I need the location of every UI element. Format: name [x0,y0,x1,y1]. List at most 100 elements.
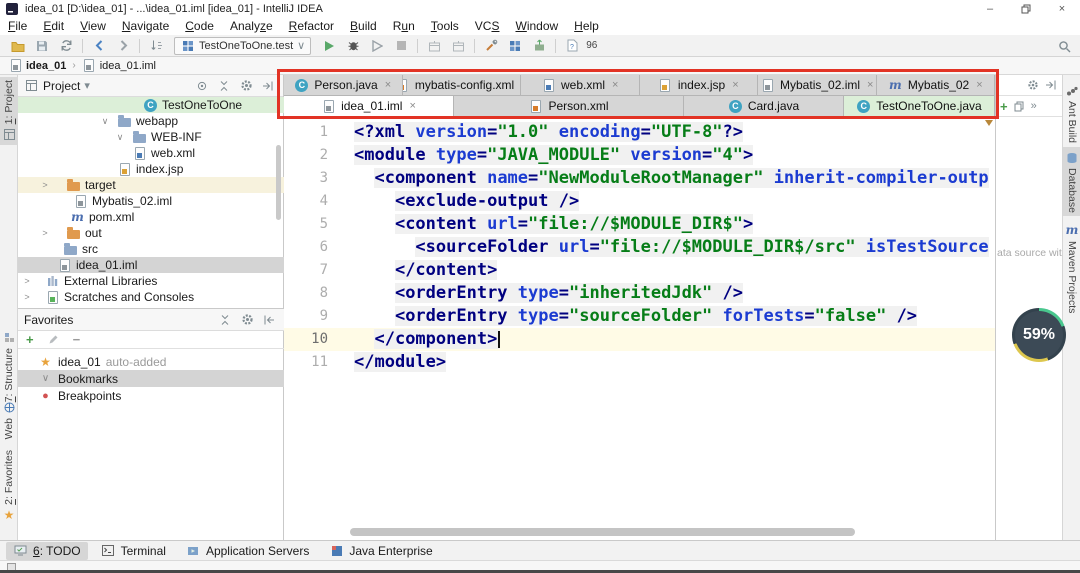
more-actions-icon[interactable]: » [1031,100,1037,112]
gear-icon[interactable] [1024,77,1042,93]
close-tab-icon[interactable]: × [612,79,618,91]
line-number[interactable]: 2 [284,144,354,167]
hide-panel-icon[interactable] [1042,77,1060,93]
menu-view[interactable]: View [72,18,114,35]
toolwindow-button-javaenterprise[interactable]: Java Enterprise [322,542,439,560]
toolwindow-button-structure[interactable]: 7: Structure [0,327,18,405]
chevron-collapsed-icon[interactable]: > [22,289,32,305]
menu-refactor[interactable]: Refactor [281,18,342,35]
chevron-expanded-icon[interactable]: ∨ [115,129,125,145]
close-tab-icon[interactable]: × [976,79,982,91]
close-tab-icon[interactable]: × [385,79,391,91]
menu-code[interactable]: Code [177,18,222,35]
menu-tools[interactable]: Tools [423,18,467,35]
tree-item-webapp[interactable]: ∨ webapp [18,113,284,129]
save-button[interactable] [30,36,54,56]
error-stripe-marker[interactable] [985,120,993,126]
toolwindow-button-mavenprojects[interactable]: m Maven Projects [1063,220,1080,316]
restore-button[interactable] [1008,0,1044,18]
line-number[interactable]: 3 [284,167,354,190]
menu-analyze[interactable]: Analyze [222,18,281,35]
collapse-all-icon[interactable] [216,312,234,328]
locate-file-icon[interactable] [193,78,211,94]
favorites-item-idea_01[interactable]: ★ idea_01 auto-added [18,353,284,370]
close-tab-icon[interactable]: × [732,79,738,91]
tab-testonetoone-java[interactable]: C TestOneToOne.java [844,96,995,117]
toolwindow-button-todo[interactable]: 6: TODO [6,541,88,560]
menu-navigate[interactable]: Navigate [114,18,177,35]
tree-item-mybatis-02-iml[interactable]: Mybatis_02.iml [18,193,284,209]
tree-item-index-jsp[interactable]: index.jsp [18,161,284,177]
collapse-all-icon[interactable] [215,78,233,94]
breadcrumb-item[interactable]: idea_01 [8,58,66,73]
forward-button[interactable] [111,36,135,56]
tree-item-out[interactable]: > out [18,225,284,241]
hide-panel-icon[interactable] [259,78,277,94]
close-tab-icon[interactable]: × [409,100,415,112]
tree-item-web-xml[interactable]: web.xml [18,145,284,161]
line-number[interactable]: 5 [284,213,354,236]
tab-mybatis-config-xml[interactable]: mybatis-config.xml× [402,75,521,96]
menu-edit[interactable]: Edit [35,18,72,35]
add-data-source-button[interactable]: + [1000,99,1008,114]
toolwindow-button-applicationservers[interactable]: Application Servers [179,542,316,560]
editor-code[interactable]: 1 <?xml version="1.0" encoding="UTF-8"?> 2… [284,117,995,540]
toolwindow-button-antbuild[interactable]: Ant Build [1063,80,1080,146]
line-number[interactable]: 6 [284,236,354,259]
close-tab-icon[interactable]: × [867,79,873,91]
toolwindow-button-web[interactable]: Web [0,397,18,442]
copy-icon[interactable] [1012,99,1027,114]
tab-card-java[interactable]: C Card.java [684,96,844,117]
menu-help[interactable]: Help [566,18,607,35]
menu-run[interactable]: Run [385,18,423,35]
tree-item-idea-01-iml[interactable]: idea_01.iml [18,257,284,273]
close-button[interactable]: × [1044,0,1080,18]
project-tree-scrollbar[interactable] [276,145,281,220]
line-number[interactable]: 10 [284,328,354,351]
add-favorite-button[interactable]: + [26,332,34,347]
favorites-item-breakpoints[interactable]: ● Breakpoints [18,387,284,404]
deploy-button[interactable] [527,36,551,56]
tree-item-testonetoone[interactable]: C TestOneToOne [18,97,284,113]
tree-item-pom-xml[interactable]: m pom.xml [18,209,284,225]
chevron-expanded-icon[interactable]: ∨ [100,113,110,129]
editor-horizontal-scrollbar[interactable] [350,528,855,536]
tab-index-jsp[interactable]: index.jsp × [639,75,758,96]
hide-panel-icon[interactable] [260,312,278,328]
tab-person-java[interactable]: C Person.java × [284,75,403,96]
run-configuration-select[interactable]: TestOneToOne.test ∨ [174,36,312,55]
artifact-button[interactable] [422,36,446,56]
chevron-collapsed-icon[interactable]: > [22,273,32,289]
menu-window[interactable]: Window [507,18,566,35]
tree-item-src[interactable]: src [18,241,284,257]
line-number[interactable]: 11 [284,351,354,374]
wrench-button[interactable] [479,36,503,56]
coverage-button[interactable] [365,36,389,56]
tab-idea-01-iml[interactable]: idea_01.iml × [284,96,454,117]
edit-favorite-button[interactable] [46,332,61,347]
menu-file[interactable]: File [0,18,35,35]
line-number[interactable]: 4 [284,190,354,213]
line-number[interactable]: 8 [284,282,354,305]
project-panel-title[interactable]: Project [43,79,80,93]
line-number[interactable]: 1 [284,121,354,144]
tree-item-web-inf[interactable]: ∨ WEB-INF [18,129,284,145]
breadcrumb-item[interactable]: idea_01.iml [82,58,156,73]
tab-mybatis-02[interactable]: m Mybatis_02 × [876,75,995,96]
menu-vcs[interactable]: VCS [467,18,508,35]
chevron-collapsed-icon[interactable]: > [40,225,50,241]
tab-mybatis-02-iml[interactable]: Mybatis_02.iml × [758,75,877,96]
debug-button[interactable] [341,36,365,56]
tree-item-scratches-and-consoles[interactable]: > Scratches and Consoles [18,289,284,305]
line-number[interactable]: 7 [284,259,354,282]
annotate-button[interactable] [144,36,168,56]
gear-icon[interactable] [238,312,256,328]
toolwindow-button-project[interactable]: 1: Project [0,77,18,146]
stop-button[interactable] [389,36,413,56]
tree-item-external-libraries[interactable]: > External Libraries [18,273,284,289]
chevron-collapsed-icon[interactable]: > [40,177,50,193]
line-number[interactable]: 9 [284,305,354,328]
run-button[interactable] [317,36,341,56]
toolwindow-button-favorites[interactable]: 2: Favorites ★ [0,447,18,526]
search-icon[interactable] [1057,39,1072,54]
